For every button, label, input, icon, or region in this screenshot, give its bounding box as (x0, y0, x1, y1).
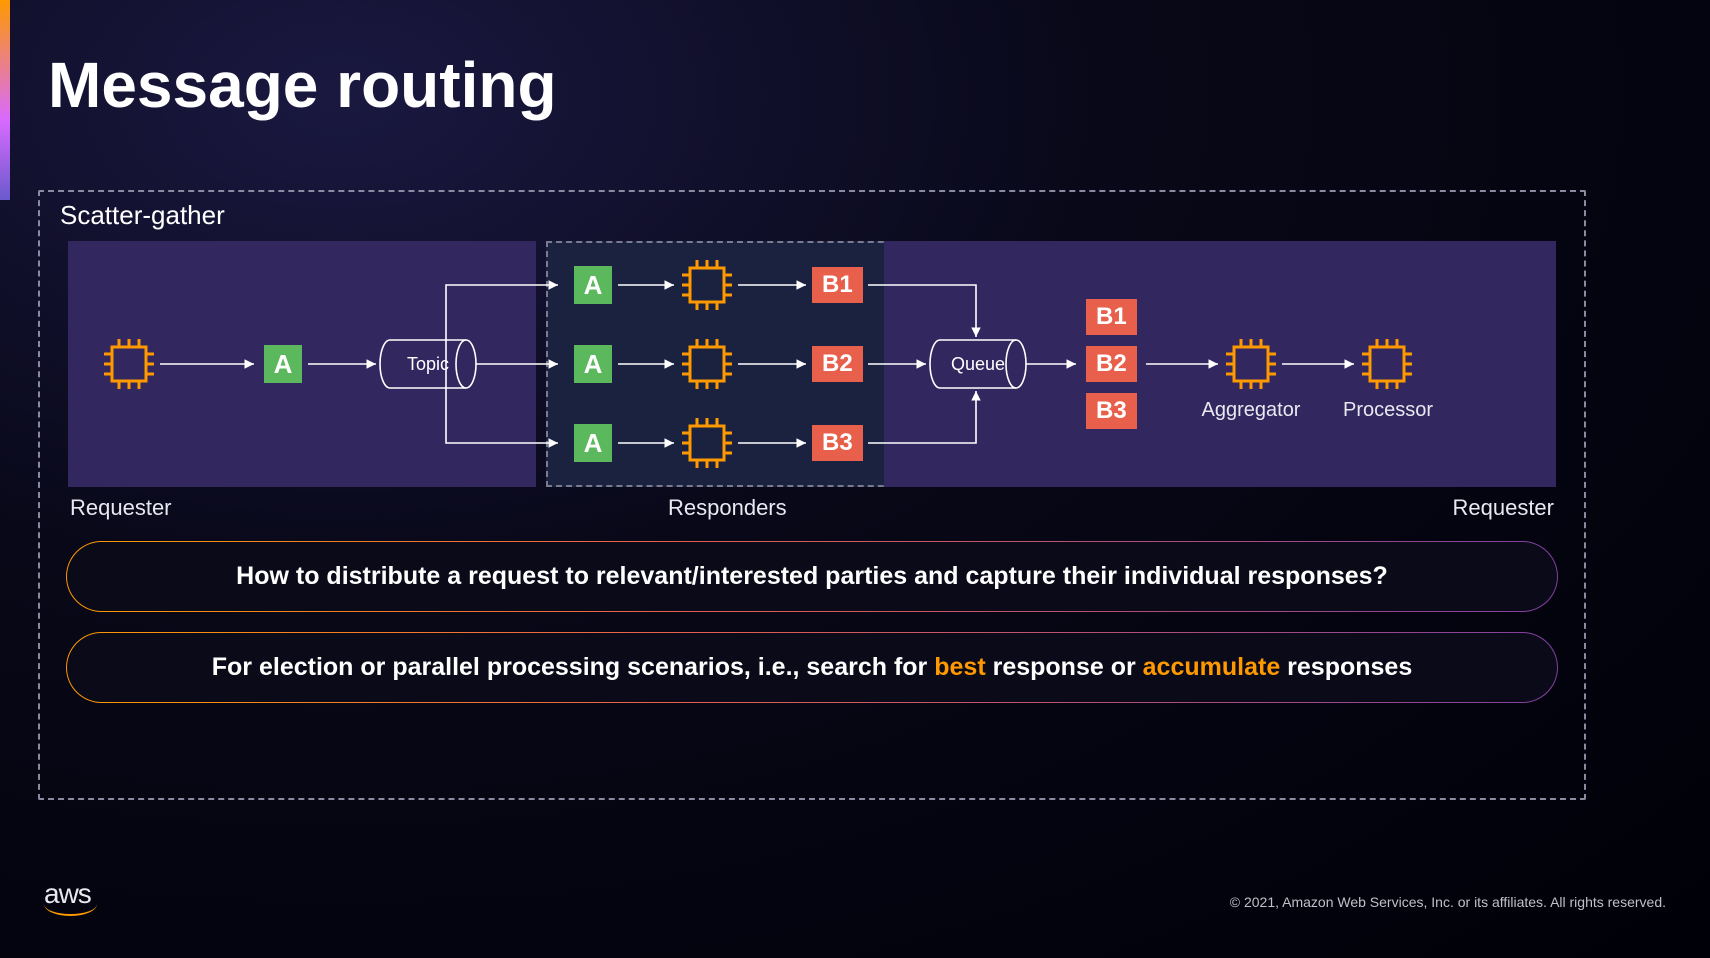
queue-label: Queue (951, 354, 1005, 375)
message-b1: B1 (812, 267, 863, 303)
processor-icon (1360, 337, 1414, 391)
callout-2-highlight-best: best (934, 653, 985, 681)
copyright: © 2021, Amazon Web Services, Inc. or its… (1230, 894, 1666, 910)
aggregated-b1: B1 (1086, 299, 1137, 335)
page-title: Message routing (48, 48, 557, 122)
aws-logo: aws (44, 878, 91, 910)
diagram: A Topic A A A B1 B2 B3 Queue B1 B2 B3 Ag… (58, 241, 1566, 487)
topic-label: Topic (407, 354, 449, 375)
callout-2-text: For election or parallel processing scen… (212, 653, 935, 681)
message-a-copy: A (574, 266, 612, 304)
processor-icon (680, 258, 734, 312)
message-a-copy: A (574, 424, 612, 462)
aggregated-b2: B2 (1086, 346, 1137, 382)
callout-1: How to distribute a request to relevant/… (66, 541, 1558, 612)
aggregated-b3: B3 (1086, 393, 1137, 429)
callout-2-text: response or (986, 653, 1143, 681)
queue-cylinder: Queue (928, 339, 1028, 389)
callout-2: For election or parallel processing scen… (66, 632, 1558, 703)
processor-icon (102, 337, 156, 391)
aggregator-label: Aggregator (1190, 399, 1312, 422)
processor-icon (1224, 337, 1278, 391)
message-a: A (264, 345, 302, 383)
processor-label: Processor (1332, 399, 1444, 422)
responders-label: Responders (668, 495, 787, 521)
processor-icon (680, 416, 734, 470)
callouts: How to distribute a request to relevant/… (58, 541, 1566, 703)
requester-left-label: Requester (70, 495, 172, 521)
pattern-title: Scatter-gather (60, 200, 1566, 231)
callout-2-text: responses (1280, 653, 1412, 681)
message-b2: B2 (812, 346, 863, 382)
accent-bar (0, 0, 10, 200)
processor-icon (680, 337, 734, 391)
callout-2-highlight-accumulate: accumulate (1143, 653, 1281, 681)
message-a-copy: A (574, 345, 612, 383)
footer: aws © 2021, Amazon Web Services, Inc. or… (0, 878, 1710, 910)
pattern-box: Scatter-gather (38, 190, 1586, 800)
message-b3: B3 (812, 425, 863, 461)
topic-cylinder: Topic (378, 339, 478, 389)
requester-right-label: Requester (1452, 495, 1554, 521)
